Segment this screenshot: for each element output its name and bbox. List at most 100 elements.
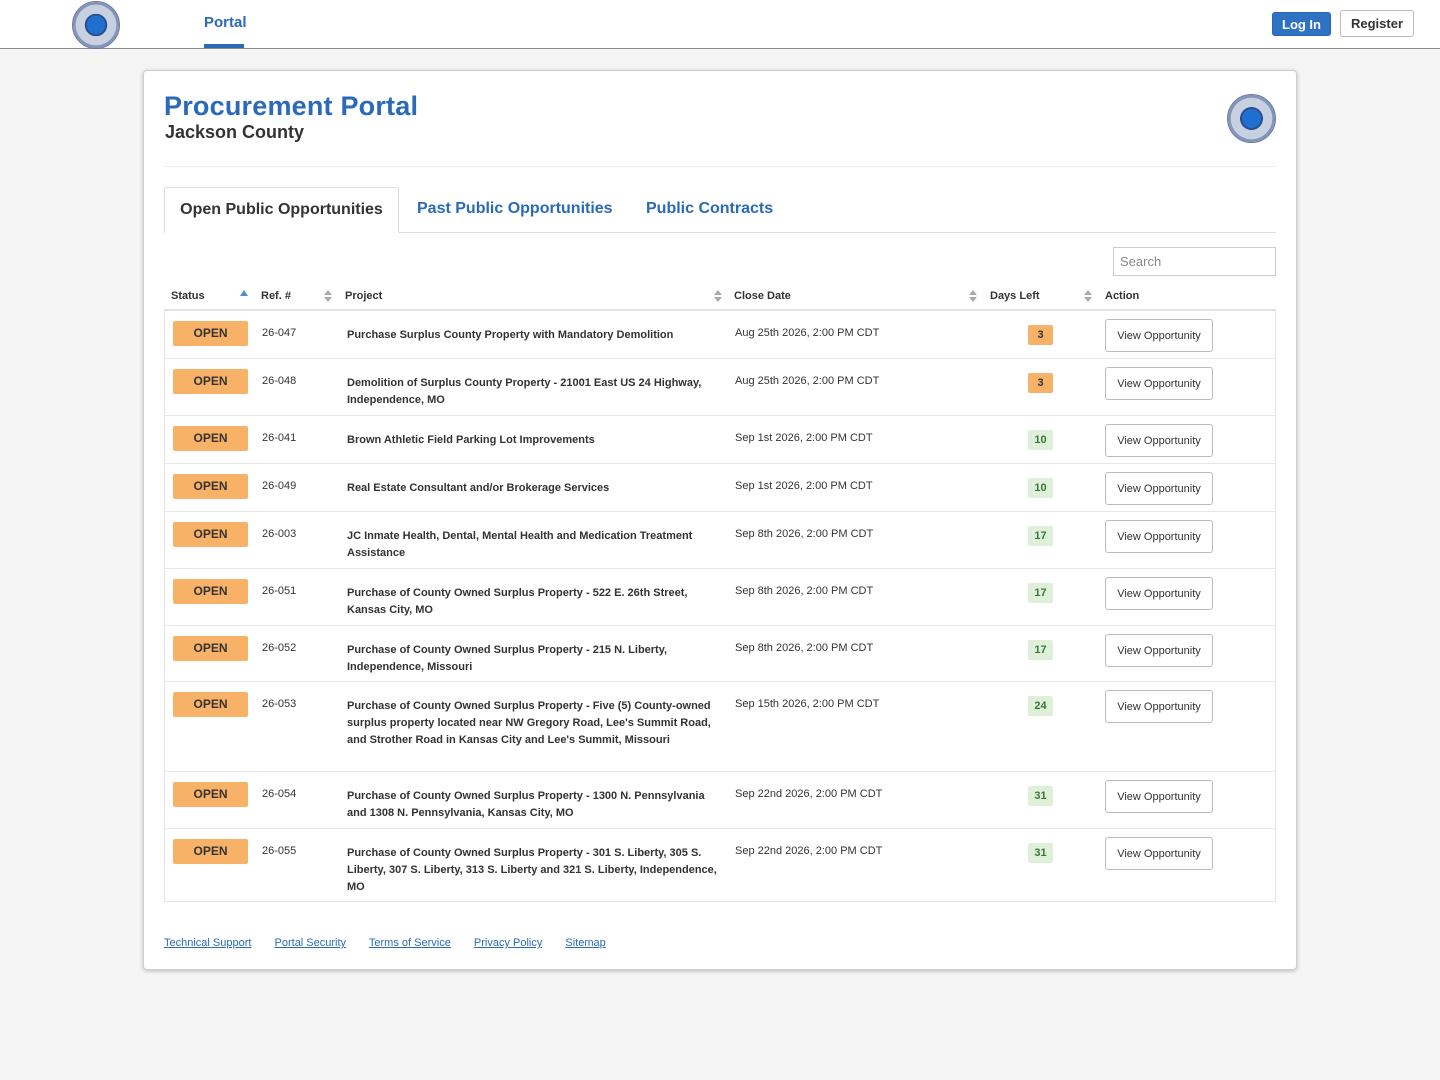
column-header-close-date[interactable]: Close Date bbox=[734, 281, 791, 311]
terms-of-service-link[interactable]: Terms of Service bbox=[369, 937, 451, 949]
view-opportunity-button[interactable]: View Opportunity bbox=[1105, 837, 1213, 870]
close-date: Sep 8th 2026, 2:00 PM CDT bbox=[735, 528, 874, 540]
portal-security-link[interactable]: Portal Security bbox=[275, 937, 347, 949]
page-title: Procurement Portal bbox=[164, 91, 419, 121]
footer-links: Technical Support Portal Security Terms … bbox=[164, 937, 626, 949]
close-date: Sep 15th 2026, 2:00 PM CDT bbox=[735, 698, 880, 710]
ref-number: 26-054 bbox=[262, 788, 297, 800]
column-header-project[interactable]: Project bbox=[345, 281, 382, 311]
days-left-badge: 31 bbox=[1028, 786, 1053, 806]
table-row: OPEN 26-049 Real Estate Consultant and/o… bbox=[165, 464, 1275, 512]
page-subtitle: Jackson County bbox=[165, 122, 305, 142]
sort-icon[interactable] bbox=[714, 290, 722, 302]
table-row: OPEN 26-041 Brown Athletic Field Parking… bbox=[165, 416, 1275, 464]
ref-number: 26-052 bbox=[262, 642, 297, 654]
days-left-badge: 17 bbox=[1028, 640, 1053, 660]
status-badge: OPEN bbox=[173, 579, 248, 604]
header-divider bbox=[164, 166, 1276, 167]
status-badge: OPEN bbox=[173, 782, 248, 807]
nav-active-indicator bbox=[204, 44, 244, 48]
status-badge: OPEN bbox=[173, 474, 248, 499]
table-header: Status Ref. # Project Close Date Days Le… bbox=[164, 281, 1276, 311]
nav-portal-link[interactable]: Portal bbox=[204, 0, 247, 48]
status-badge: OPEN bbox=[173, 692, 248, 717]
close-date: Aug 25th 2026, 2:00 PM CDT bbox=[735, 327, 880, 339]
column-header-action: Action bbox=[1105, 290, 1140, 302]
table-row: OPEN 26-003 JC Inmate Health, Dental, Me… bbox=[165, 512, 1275, 569]
technical-support-link[interactable]: Technical Support bbox=[164, 937, 251, 949]
days-left-badge: 3 bbox=[1028, 373, 1053, 393]
close-date: Sep 8th 2026, 2:00 PM CDT bbox=[735, 585, 874, 597]
project-name: Demolition of Surplus County Property - … bbox=[347, 377, 702, 406]
status-badge: OPEN bbox=[173, 321, 248, 346]
status-badge: OPEN bbox=[173, 426, 248, 451]
view-opportunity-button[interactable]: View Opportunity bbox=[1105, 690, 1213, 723]
table-row: OPEN 26-047 Purchase Surplus County Prop… bbox=[165, 311, 1275, 359]
column-header-ref[interactable]: Ref. # bbox=[261, 281, 291, 311]
days-left-badge: 24 bbox=[1028, 696, 1053, 716]
county-seal-icon bbox=[1227, 94, 1276, 143]
tab-open-opportunities[interactable]: Open Public Opportunities bbox=[164, 187, 399, 233]
column-header-status[interactable]: Status bbox=[171, 281, 205, 311]
close-date: Sep 22nd 2026, 2:00 PM CDT bbox=[735, 845, 883, 857]
view-opportunity-button[interactable]: View Opportunity bbox=[1105, 634, 1213, 667]
sort-ascending-icon[interactable] bbox=[240, 290, 248, 296]
status-badge: OPEN bbox=[173, 522, 248, 547]
days-left-badge: 10 bbox=[1028, 430, 1053, 450]
ref-number: 26-003 bbox=[262, 528, 297, 540]
view-opportunity-button[interactable]: View Opportunity bbox=[1105, 472, 1213, 505]
close-date: Sep 1st 2026, 2:00 PM CDT bbox=[735, 432, 873, 444]
days-left-badge: 17 bbox=[1028, 583, 1053, 603]
login-button[interactable]: Log In bbox=[1272, 12, 1331, 36]
close-date: Sep 1st 2026, 2:00 PM CDT bbox=[735, 480, 873, 492]
project-name: Purchase of County Owned Surplus Propert… bbox=[347, 847, 717, 893]
view-opportunity-button[interactable]: View Opportunity bbox=[1105, 780, 1213, 813]
days-left-badge: 10 bbox=[1028, 478, 1053, 498]
table-row: OPEN 26-053 Purchase of County Owned Sur… bbox=[165, 682, 1275, 772]
opportunities-table: OPEN 26-047 Purchase Surplus County Prop… bbox=[164, 311, 1276, 902]
ref-number: 26-055 bbox=[262, 845, 297, 857]
project-name: Purchase of County Owned Surplus Propert… bbox=[347, 700, 711, 746]
status-badge: OPEN bbox=[173, 839, 248, 864]
project-name: Purchase of County Owned Surplus Propert… bbox=[347, 644, 668, 673]
privacy-policy-link[interactable]: Privacy Policy bbox=[474, 937, 542, 949]
search-input[interactable] bbox=[1113, 247, 1276, 276]
table-row: OPEN 26-048 Demolition of Surplus County… bbox=[165, 359, 1275, 416]
close-date: Sep 8th 2026, 2:00 PM CDT bbox=[735, 642, 874, 654]
ref-number: 26-049 bbox=[262, 480, 297, 492]
status-badge: OPEN bbox=[173, 636, 248, 661]
sort-icon[interactable] bbox=[324, 290, 332, 302]
column-header-days-left[interactable]: Days Left bbox=[990, 281, 1040, 311]
status-badge: OPEN bbox=[173, 369, 248, 394]
sitemap-link[interactable]: Sitemap bbox=[565, 937, 605, 949]
view-opportunity-button[interactable]: View Opportunity bbox=[1105, 319, 1213, 352]
project-name: JC Inmate Health, Dental, Mental Health … bbox=[347, 530, 693, 559]
table-row: OPEN 26-054 Purchase of County Owned Sur… bbox=[165, 772, 1275, 829]
table-row: OPEN 26-052 Purchase of County Owned Sur… bbox=[165, 626, 1275, 682]
tab-public-contracts[interactable]: Public Contracts bbox=[646, 187, 773, 233]
ref-number: 26-041 bbox=[262, 432, 297, 444]
project-name: Purchase of County Owned Surplus Propert… bbox=[347, 790, 705, 819]
view-opportunity-button[interactable]: View Opportunity bbox=[1105, 367, 1213, 400]
ref-number: 26-051 bbox=[262, 585, 297, 597]
register-button[interactable]: Register bbox=[1340, 10, 1414, 37]
close-date: Aug 25th 2026, 2:00 PM CDT bbox=[735, 375, 880, 387]
view-opportunity-button[interactable]: View Opportunity bbox=[1105, 424, 1213, 457]
project-name: Real Estate Consultant and/or Brokerage … bbox=[347, 482, 610, 494]
county-seal-icon[interactable] bbox=[72, 1, 120, 49]
project-name: Purchase of County Owned Surplus Propert… bbox=[347, 587, 688, 616]
table-row: OPEN 26-055 Purchase of County Owned Sur… bbox=[165, 829, 1275, 901]
opportunity-tabs: Open Public Opportunities Past Public Op… bbox=[164, 187, 1276, 233]
project-name: Brown Athletic Field Parking Lot Improve… bbox=[347, 434, 595, 446]
table-row: OPEN 26-051 Purchase of County Owned Sur… bbox=[165, 569, 1275, 626]
ref-number: 26-053 bbox=[262, 698, 297, 710]
sort-icon[interactable] bbox=[969, 290, 977, 302]
tab-past-opportunities[interactable]: Past Public Opportunities bbox=[417, 187, 613, 233]
view-opportunity-button[interactable]: View Opportunity bbox=[1105, 520, 1213, 553]
sort-icon[interactable] bbox=[1084, 290, 1092, 302]
days-left-badge: 17 bbox=[1028, 526, 1053, 546]
portal-card: Procurement Portal Jackson County Open P… bbox=[143, 70, 1297, 970]
close-date: Sep 22nd 2026, 2:00 PM CDT bbox=[735, 788, 883, 800]
view-opportunity-button[interactable]: View Opportunity bbox=[1105, 577, 1213, 610]
project-name: Purchase Surplus County Property with Ma… bbox=[347, 329, 674, 341]
